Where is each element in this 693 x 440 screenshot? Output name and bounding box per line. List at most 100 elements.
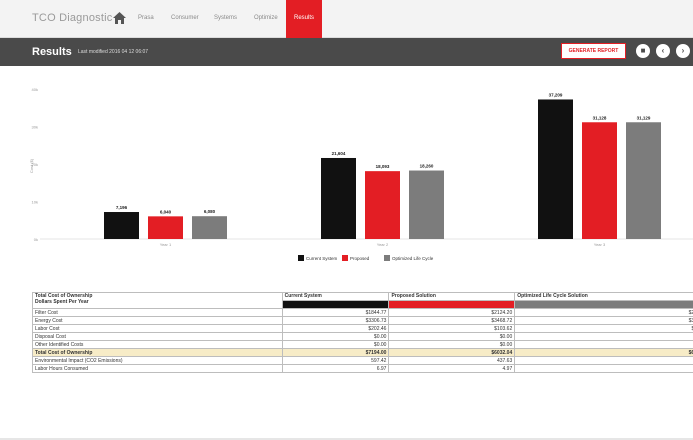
cell-value: $1 <box>514 324 693 333</box>
bar <box>192 216 227 239</box>
column-header-optimized: Optimized Life Cycle Solution <box>514 292 693 301</box>
cell-value: $60 <box>514 348 693 357</box>
cell-value: 597.42 <box>281 356 390 365</box>
table-row: Filter Cost$1844.77$2124.20$21 <box>32 308 693 317</box>
last-modified: Last modified 2016 04 12 06:07 <box>78 49 149 55</box>
cell-value: $0.00 <box>281 332 390 341</box>
row-label: Environmental Impact (CO2 Emissions) <box>32 356 283 365</box>
y-tick-label: 10k <box>32 200 38 205</box>
legend-swatch <box>342 255 348 261</box>
tco-bar-chart: 0k10k20k30k40kCost ($)7,1966,040 6,080Yea… <box>29 87 693 261</box>
save-icon: ■ <box>640 46 646 55</box>
tco-table: Total Cost of Ownership Dollars Spent Pe… <box>32 292 693 373</box>
app-title: TCO Diagnostic <box>32 12 113 24</box>
current-swatch <box>281 300 390 309</box>
table-header-row: Total Cost of Ownership Dollars Spent Pe… <box>32 292 693 309</box>
bar-value-label: 31,129 <box>637 115 651 120</box>
cell-value: 6.97 <box>281 364 390 373</box>
total-row: Total Cost of Ownership $7194.00 $6032.04 $… <box>32 348 693 357</box>
bar <box>321 157 356 239</box>
bar-value-label: 18,093 <box>376 164 390 169</box>
cell-value: $202.46 <box>281 324 390 333</box>
nav-item-results[interactable]: Results <box>286 0 322 38</box>
table-row: Disposal Cost $0.00 $0.00 <box>32 332 693 341</box>
nav-item-prasa[interactable]: Prasa <box>138 15 154 21</box>
bar <box>104 212 139 239</box>
row-label: Energy Cost <box>32 316 283 325</box>
cell-value: $21 <box>514 308 693 317</box>
generate-report-button[interactable]: GENERATE REPORT <box>561 43 626 59</box>
bar <box>365 171 400 239</box>
table-row: Other Identified Costs $0.00 $0.00 <box>32 340 693 349</box>
bar <box>538 99 573 239</box>
bar <box>148 216 183 239</box>
table-row: Energy Cost$3306.73$3468.72$36 <box>32 316 693 325</box>
bar-value-label: 21,604 <box>332 151 346 156</box>
cell-value: $103.62 <box>388 324 516 333</box>
legend-label: Proposed <box>350 256 370 261</box>
cell-value: $0.00 <box>388 340 516 349</box>
cell-value: $2124.20 <box>388 308 516 317</box>
bar <box>582 122 617 239</box>
previous-button[interactable]: ‹ <box>656 44 670 58</box>
top-nav: TCO Diagnostic Prasa Consumer Systems Op… <box>0 0 693 38</box>
cell-value: $6032.04 <box>388 348 516 357</box>
legend-swatch <box>298 255 304 261</box>
x-tick-label: Year 2 <box>377 242 389 247</box>
x-tick-label: Year 3 <box>594 242 606 247</box>
table-header-title: Total Cost of Ownership Dollars Spent Pe… <box>32 292 283 309</box>
y-tick-label: 30k <box>32 125 38 130</box>
row-label: Labor Hours Consumed <box>32 364 283 373</box>
cell-value: $3306.73 <box>281 316 390 325</box>
row-label: Disposal Cost <box>32 332 283 341</box>
column-header-current: Current System <box>281 292 390 301</box>
cell-value: $0.00 <box>388 332 516 341</box>
page-title: Results <box>32 46 72 58</box>
bar-value-label: 6,040 <box>160 209 172 214</box>
row-label: Labor Cost <box>32 324 283 333</box>
table-row: Labor Hours Consumed 6.97 4.97 <box>32 364 693 373</box>
cell-value <box>514 332 693 341</box>
cell-value: $36 <box>514 316 693 325</box>
legend-label: Optimized Life Cycle <box>392 256 434 261</box>
cell-value: $0.00 <box>281 340 390 349</box>
y-tick-label: 0k <box>34 237 38 242</box>
proposed-swatch <box>388 300 516 309</box>
save-button[interactable]: ■ <box>636 44 650 58</box>
bar-value-label: 6,080 <box>204 209 216 214</box>
bar-value-label: 37,209 <box>549 92 563 97</box>
column-header-proposed: Proposed Solution <box>388 292 516 301</box>
row-label: Total Cost of Ownership <box>32 348 283 357</box>
cell-value: $1844.77 <box>281 308 390 317</box>
nav-item-optimize[interactable]: Optimize <box>254 15 278 21</box>
x-tick-label: Year 1 <box>160 242 172 247</box>
table-row: Labor Cost$202.46$103.62$1 <box>32 324 693 333</box>
table-subtitle: Dollars Spent Per Year <box>35 299 89 305</box>
cell-value: 4 <box>514 356 693 365</box>
cell-value <box>514 340 693 349</box>
cell-value <box>514 364 693 373</box>
cell-value: $3468.72 <box>388 316 516 325</box>
optimized-swatch <box>514 300 693 309</box>
next-button[interactable]: › <box>676 44 690 58</box>
cell-value: 437.63 <box>388 356 516 365</box>
legend-label: Current System <box>306 256 338 261</box>
row-label: Filter Cost <box>32 308 283 317</box>
chevron-right-icon: › <box>681 46 685 55</box>
bar-value-label: 7,196 <box>116 205 128 210</box>
table-row: Environmental Impact (CO2 Emissions) 597.… <box>32 356 693 365</box>
y-tick-label: 40k <box>32 87 38 92</box>
cell-value: 4.97 <box>388 364 516 373</box>
bar <box>626 122 661 239</box>
bar-value-label: 31,128 <box>593 115 607 120</box>
cell-value: $7194.00 <box>281 348 390 357</box>
bar-value-label: 18,260 <box>420 164 434 169</box>
y-axis-title: Cost ($) <box>29 158 34 173</box>
row-label: Other Identified Costs <box>32 340 283 349</box>
home-icon[interactable] <box>113 12 126 24</box>
chevron-left-icon: ‹ <box>661 46 665 55</box>
bar <box>409 170 444 239</box>
nav-item-consumer[interactable]: Consumer <box>171 15 199 21</box>
legend-swatch <box>384 255 390 261</box>
nav-item-systems[interactable]: Systems <box>214 15 237 21</box>
